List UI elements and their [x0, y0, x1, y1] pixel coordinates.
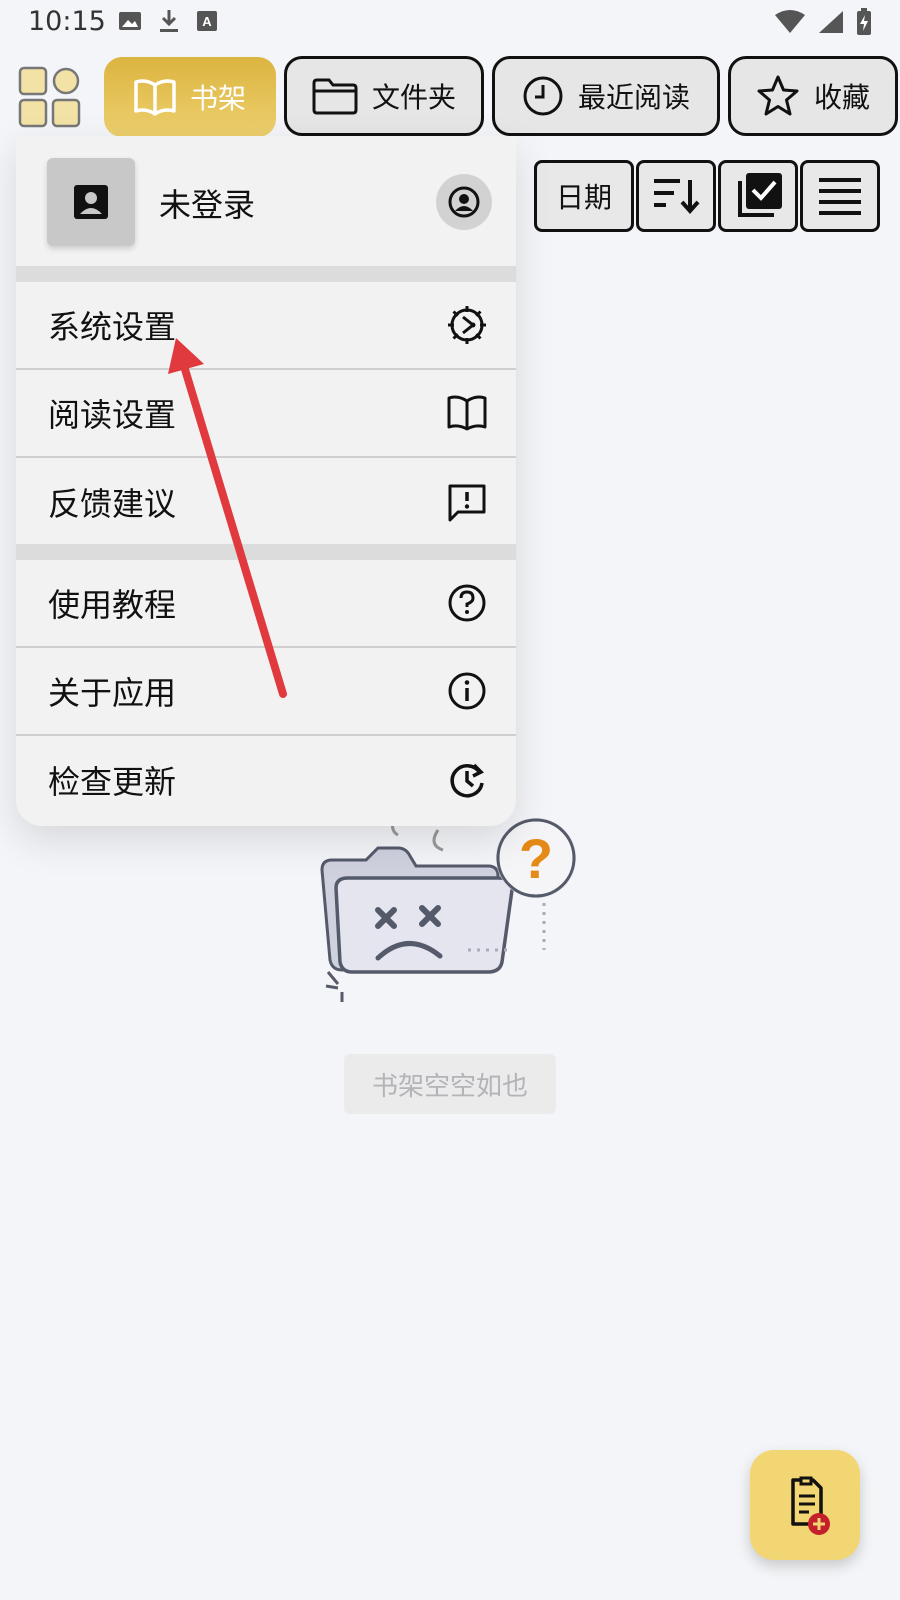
annotation-arrow — [168, 338, 287, 698]
add-book-fab[interactable] — [750, 1450, 860, 1560]
document-add-icon — [791, 1476, 830, 1535]
